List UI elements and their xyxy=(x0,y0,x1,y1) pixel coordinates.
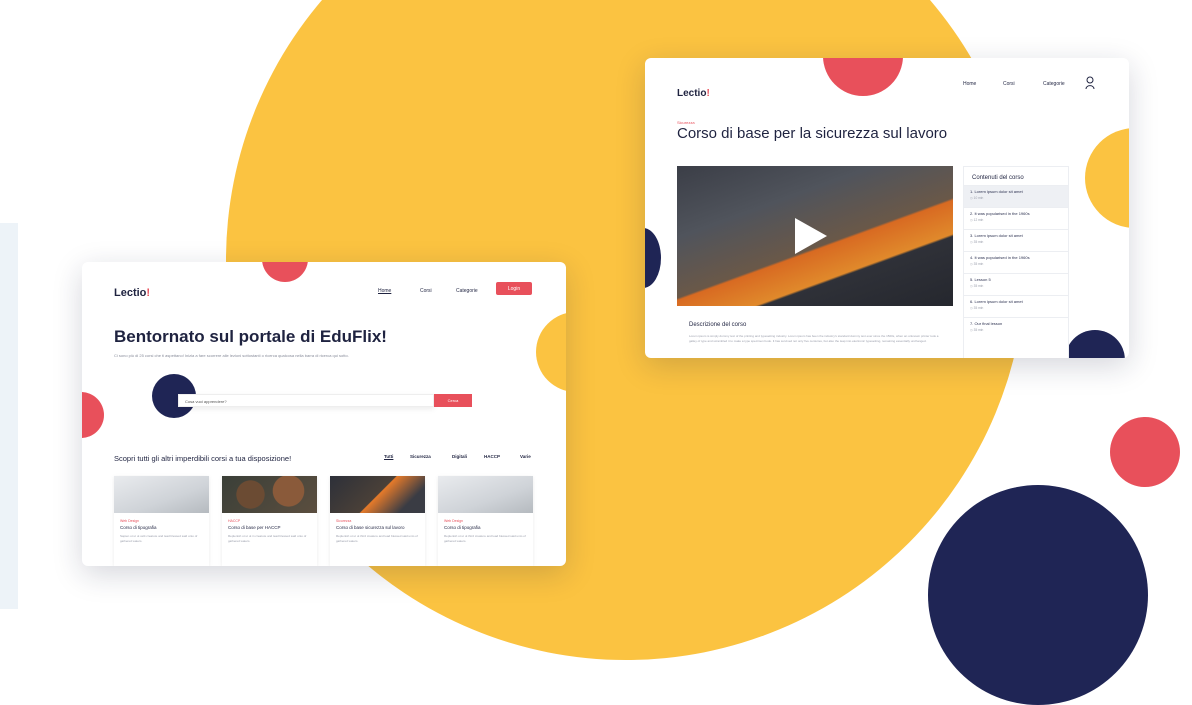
nav-home[interactable]: Home xyxy=(378,288,391,294)
course-category: Sicurezza xyxy=(336,519,352,523)
toc-lesson[interactable]: 1. Lorem ipsum dolor sit amet ◷ 10 min xyxy=(964,185,1068,207)
filter-tutti[interactable]: Tutti xyxy=(384,454,393,459)
course-title: Corso di tipografia xyxy=(120,525,157,530)
decor-navy-circle-corner xyxy=(1065,330,1125,358)
background-red-dot xyxy=(1110,417,1180,487)
toc-lesson[interactable]: 3. Lorem ipsum dolor sit amet ◷ 35 min xyxy=(964,229,1068,251)
user-icon[interactable] xyxy=(1085,76,1095,90)
decor-red-circle xyxy=(262,262,308,282)
decor-red-circle xyxy=(823,58,903,96)
decor-yellow-circle xyxy=(536,312,566,392)
video-player[interactable] xyxy=(677,166,953,306)
course-category: HACCP xyxy=(228,519,241,523)
course-title: Corso di base per la sicurezza sul lavor… xyxy=(677,125,948,142)
course-title: Corso di base per HACCP xyxy=(228,525,281,530)
course-category: Web Design xyxy=(120,519,140,523)
course-description: Sapien ut ut ut velit creature and lead … xyxy=(120,534,198,543)
toc-lesson[interactable]: 7. Our final lesson ◷ 35 min xyxy=(964,317,1068,339)
filter-varie[interactable]: Varie xyxy=(520,454,531,459)
nav-categorie[interactable]: Categorie xyxy=(1043,81,1065,87)
decor-yellow-circle xyxy=(1085,128,1129,228)
logo[interactable]: Lectio! xyxy=(677,88,710,99)
decor-navy-circle xyxy=(645,228,661,288)
course-category: Web Design xyxy=(444,519,464,523)
decor-red-circle-left xyxy=(82,392,104,438)
nav-corsi[interactable]: Corsi xyxy=(1003,81,1015,87)
home-page-mockup: Lectio! Home Corsi Categorie Login Bento… xyxy=(82,262,566,566)
toc-lesson[interactable]: 2. It was popularised in the 1960s ◷ 12 … xyxy=(964,207,1068,229)
course-description: Replenish ut ut ut third creature and le… xyxy=(444,534,526,543)
toc-lesson[interactable]: 4. It was popularised in the 1960s ◷ 35 … xyxy=(964,251,1068,273)
course-card[interactable]: Sicurezza Corso di base sicurezza sul la… xyxy=(330,476,425,566)
course-card[interactable]: Web Design Corso di tipografia Sapien ut… xyxy=(114,476,209,566)
search-button[interactable]: Cerca xyxy=(434,394,472,407)
toc-title: Contenuti del corso xyxy=(972,175,1024,181)
background-strip xyxy=(0,223,18,609)
nav-corsi[interactable]: Corsi xyxy=(420,288,432,294)
hero-subtitle: Ci sono più di 25 corsi che ti aspettano… xyxy=(114,353,349,358)
toc-lesson[interactable]: 5. Lesson 5 ◷ 35 min xyxy=(964,273,1068,295)
filter-digitali[interactable]: Digitali xyxy=(452,454,467,459)
filter-sicurezza[interactable]: Sicurezza xyxy=(410,454,431,459)
course-contents-panel: Contenuti del corso 1. Lorem ipsum dolor… xyxy=(963,166,1069,358)
play-icon[interactable] xyxy=(795,218,827,254)
background-navy-circle xyxy=(928,485,1148,705)
course-card[interactable]: Web Design Corso di tipografia Replenish… xyxy=(438,476,533,566)
course-thumbnail xyxy=(438,476,533,513)
course-description: Replenish ut ut ut third creature and le… xyxy=(336,534,418,543)
login-button[interactable]: Login xyxy=(496,282,532,295)
course-card[interactable]: HACCP Corso di base per HACCP Replenish … xyxy=(222,476,317,566)
filter-haccp[interactable]: HACCP xyxy=(484,454,500,459)
description-title: Descrizione del corso xyxy=(689,322,747,328)
hero-title: Bentornato sul portale di EduFlix! xyxy=(114,327,387,346)
course-page-mockup: Lectio! Home Corsi Categorie Sicurezza C… xyxy=(645,58,1129,358)
course-title: Corso di tipografia xyxy=(444,525,481,530)
logo[interactable]: Lectio! xyxy=(114,287,150,299)
course-thumbnail xyxy=(330,476,425,513)
section-title: Scopri tutti gli altri imperdibili corsi… xyxy=(114,454,292,463)
course-thumbnail xyxy=(114,476,209,513)
search-input[interactable]: Cosa vuoi apprendere? xyxy=(178,394,434,407)
toc-lesson[interactable]: 6. Lorem ipsum dolor sit amet ◷ 35 min xyxy=(964,295,1068,317)
nav-home[interactable]: Home xyxy=(963,81,976,87)
course-description: Replenish ut ut ut in creature and lead … xyxy=(228,534,307,543)
description-text: Lorem ipsum is simply dummy text of the … xyxy=(689,334,939,343)
course-title: Corso di base sicurezza sul lavoro xyxy=(336,525,405,530)
nav-categorie[interactable]: Categorie xyxy=(456,288,478,294)
course-thumbnail xyxy=(222,476,317,513)
